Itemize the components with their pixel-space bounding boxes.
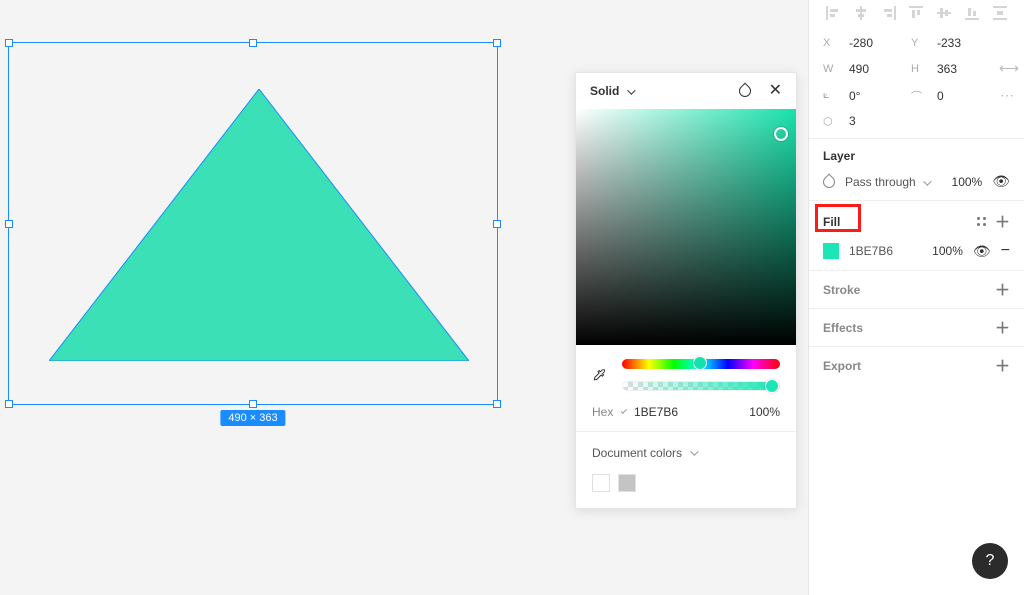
w-label: W xyxy=(823,63,839,75)
blend-mode-dropdown[interactable]: Pass through xyxy=(845,175,929,189)
y-label: Y xyxy=(911,37,927,49)
height-input[interactable]: 363 xyxy=(937,62,989,76)
resize-handle-top-right[interactable] xyxy=(493,39,501,47)
rotation-input[interactable]: 0° xyxy=(849,89,901,103)
h-label: H xyxy=(911,63,927,75)
close-icon[interactable]: ✕ xyxy=(769,83,782,99)
add-fill-button[interactable]: ＋ xyxy=(995,211,1010,232)
x-input[interactable]: -280 xyxy=(849,36,901,50)
resize-handle-right-middle[interactable] xyxy=(493,220,501,228)
style-icon[interactable] xyxy=(977,217,987,227)
color-model-label: Hex xyxy=(592,405,613,419)
inspector-panel: X -280 Y -233 W 490 H 363 ⟷ ⟀ 0° ⌒ 0 ⋯ ⬡… xyxy=(808,0,1024,595)
resize-handle-bottom-middle[interactable] xyxy=(249,400,257,408)
selection-dimensions-badge: 490 × 363 xyxy=(220,410,285,426)
more-options-icon[interactable]: ⋯ xyxy=(999,87,1015,104)
hue-slider[interactable] xyxy=(622,359,780,369)
constrain-proportions-icon[interactable]: ⟷ xyxy=(999,60,1015,77)
align-center-h-icon[interactable] xyxy=(852,4,870,22)
chevron-down-icon xyxy=(627,86,635,94)
layer-section-title: Layer xyxy=(823,149,855,163)
align-bottom-icon[interactable] xyxy=(963,4,981,22)
color-picker-popover: Solid ✕ Hex 1BE7B6 100% Docu xyxy=(575,72,797,509)
resize-handle-top-middle[interactable] xyxy=(249,39,257,47)
help-button[interactable]: ? xyxy=(972,543,1008,579)
visibility-icon[interactable]: 👁 xyxy=(973,243,991,260)
resize-handle-bottom-left[interactable] xyxy=(5,400,13,408)
effects-section-title: Effects xyxy=(823,321,863,335)
color-model-dropdown[interactable]: Hex xyxy=(592,405,624,419)
swatch-grey[interactable] xyxy=(618,474,636,492)
resize-handle-left-middle[interactable] xyxy=(5,220,13,228)
resize-handle-top-left[interactable] xyxy=(5,39,13,47)
fill-color-swatch[interactable] xyxy=(823,243,839,259)
corner-radius-input[interactable]: 0 xyxy=(937,89,989,103)
opacity-input[interactable]: 100% xyxy=(732,405,780,419)
align-left-icon[interactable] xyxy=(824,4,842,22)
width-input[interactable]: 490 xyxy=(849,62,901,76)
saturation-value-area[interactable] xyxy=(576,109,796,345)
x-label: X xyxy=(823,37,839,49)
stroke-section-title: Stroke xyxy=(823,283,860,297)
alpha-slider[interactable] xyxy=(622,381,780,391)
rotation-icon: ⟀ xyxy=(823,89,839,102)
add-export-button[interactable]: ＋ xyxy=(995,355,1010,376)
hue-slider-thumb[interactable] xyxy=(693,356,707,370)
swatch-white[interactable] xyxy=(592,474,610,492)
distribute-icon[interactable] xyxy=(991,4,1009,22)
remove-fill-button[interactable]: − xyxy=(1001,242,1010,260)
document-colors-dropdown[interactable]: Document colors xyxy=(576,431,796,474)
selection-bounding-box[interactable]: 490 × 363 xyxy=(8,42,498,405)
add-stroke-button[interactable]: ＋ xyxy=(995,279,1010,300)
alpha-slider-thumb[interactable] xyxy=(765,379,779,393)
polygon-sides-input[interactable]: 3 xyxy=(849,114,901,128)
y-input[interactable]: -233 xyxy=(937,36,989,50)
chevron-down-icon xyxy=(690,447,698,455)
add-effect-button[interactable]: ＋ xyxy=(995,317,1010,338)
polygon-sides-icon: ⬡ xyxy=(823,115,839,128)
eyedropper-icon[interactable] xyxy=(592,367,608,383)
blend-mode-icon[interactable] xyxy=(821,173,838,190)
corner-radius-icon: ⌒ xyxy=(911,88,927,104)
fill-hex-input[interactable]: 1BE7B6 xyxy=(849,244,893,258)
resize-handle-bottom-right[interactable] xyxy=(493,400,501,408)
fill-type-label: Solid xyxy=(590,84,619,98)
hex-input[interactable]: 1BE7B6 xyxy=(634,405,722,419)
annotation-highlight xyxy=(815,204,861,232)
fill-opacity-input[interactable]: 100% xyxy=(932,244,963,258)
chevron-down-icon xyxy=(621,408,627,414)
saturation-value-handle[interactable] xyxy=(774,127,788,141)
blend-mode-label: Pass through xyxy=(845,175,916,189)
layer-opacity-input[interactable]: 100% xyxy=(952,175,983,189)
shape-triangle[interactable] xyxy=(49,89,469,361)
fill-type-dropdown[interactable]: Solid xyxy=(590,84,633,98)
chevron-down-icon xyxy=(923,177,931,185)
alignment-toolbar xyxy=(809,0,1024,26)
document-colors-swatches xyxy=(576,474,796,508)
align-top-icon[interactable] xyxy=(907,4,925,22)
export-section-title: Export xyxy=(823,359,861,373)
document-colors-label: Document colors xyxy=(592,446,682,460)
visibility-icon[interactable]: 👁 xyxy=(992,173,1010,190)
align-right-icon[interactable] xyxy=(880,4,898,22)
blend-mode-icon[interactable] xyxy=(736,83,753,100)
align-center-v-icon[interactable] xyxy=(935,4,953,22)
